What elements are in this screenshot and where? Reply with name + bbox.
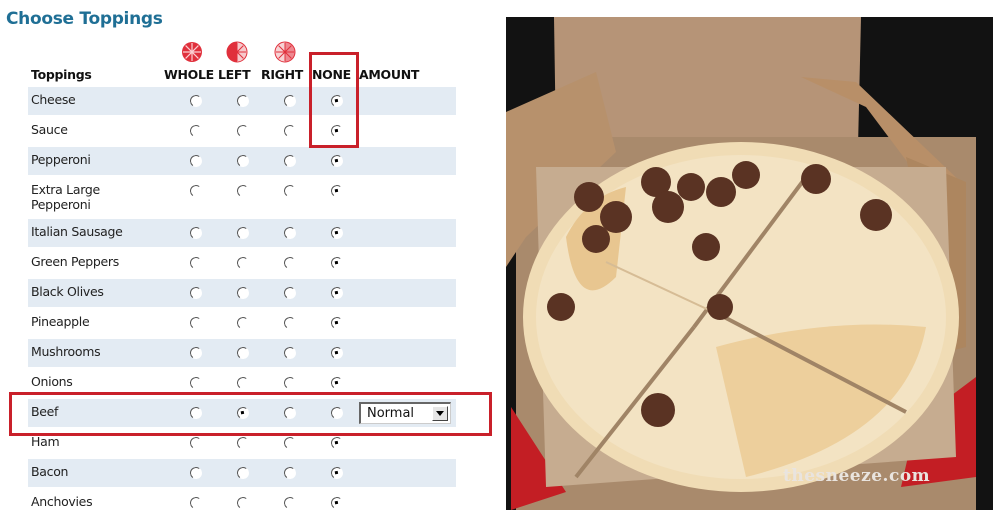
radio-left[interactable] xyxy=(236,124,250,138)
topping-label: Bacon xyxy=(31,464,69,479)
radio-left[interactable] xyxy=(236,154,250,168)
radio-none[interactable] xyxy=(330,466,344,480)
radio-whole[interactable] xyxy=(189,154,203,168)
radio-whole[interactable] xyxy=(189,256,203,270)
topping-label: Green Peppers xyxy=(31,254,119,269)
topping-label: Black Olives xyxy=(31,284,104,299)
radio-whole[interactable] xyxy=(189,184,203,198)
radio-whole[interactable] xyxy=(189,496,203,510)
annotation-none-column-box xyxy=(309,52,359,148)
radio-left[interactable] xyxy=(236,376,250,390)
watermark-text: thesneeze.com xyxy=(783,466,931,486)
radio-none[interactable] xyxy=(330,436,344,450)
radio-whole[interactable] xyxy=(189,124,203,138)
topping-row: Black Olives xyxy=(28,279,456,307)
radio-whole[interactable] xyxy=(189,226,203,240)
topping-label: Mushrooms xyxy=(31,344,101,359)
topping-row: Anchovies xyxy=(28,489,456,517)
radio-right[interactable] xyxy=(283,436,297,450)
radio-whole[interactable] xyxy=(189,436,203,450)
radio-none[interactable] xyxy=(330,286,344,300)
topping-row: Bacon xyxy=(28,459,456,487)
pizza-whole-icon xyxy=(182,42,202,62)
radio-left[interactable] xyxy=(236,286,250,300)
radio-right[interactable] xyxy=(283,256,297,270)
radio-right[interactable] xyxy=(283,466,297,480)
radio-right[interactable] xyxy=(283,286,297,300)
radio-right[interactable] xyxy=(283,376,297,390)
topping-label: Italian Sausage xyxy=(31,224,123,239)
radio-whole[interactable] xyxy=(189,286,203,300)
topping-row: Extra Large Pepperoni xyxy=(28,177,456,217)
topping-row: Italian Sausage xyxy=(28,219,456,247)
radio-none[interactable] xyxy=(330,256,344,270)
radio-left[interactable] xyxy=(236,184,250,198)
page-title: Choose Toppings xyxy=(6,9,163,29)
topping-row: Cheese xyxy=(28,87,456,115)
radio-right[interactable] xyxy=(283,124,297,138)
radio-none[interactable] xyxy=(330,184,344,198)
topping-label: Cheese xyxy=(31,92,76,107)
radio-whole[interactable] xyxy=(189,94,203,108)
radio-none[interactable] xyxy=(330,316,344,330)
radio-none[interactable] xyxy=(330,376,344,390)
topping-chooser-panel: Choose Toppings Toppings WHOLE LEFT RIGH… xyxy=(0,0,500,525)
topping-label: Sauce xyxy=(31,122,68,137)
radio-left[interactable] xyxy=(236,256,250,270)
pizza-right-half-icon xyxy=(274,41,296,63)
header-right: RIGHT xyxy=(261,67,304,82)
topping-label: Ham xyxy=(31,434,60,449)
radio-none[interactable] xyxy=(330,154,344,168)
topping-label: Pepperoni xyxy=(31,152,91,167)
topping-row: Mushrooms xyxy=(28,339,456,367)
header-toppings: Toppings xyxy=(31,67,92,82)
radio-whole[interactable] xyxy=(189,466,203,480)
topping-row: Green Peppers xyxy=(28,249,456,277)
radio-none[interactable] xyxy=(330,226,344,240)
radio-right[interactable] xyxy=(283,316,297,330)
header-left: LEFT xyxy=(218,67,251,82)
radio-left[interactable] xyxy=(236,496,250,510)
radio-whole[interactable] xyxy=(189,346,203,360)
radio-right[interactable] xyxy=(283,346,297,360)
pizza-photo xyxy=(506,17,993,510)
radio-left[interactable] xyxy=(236,346,250,360)
topping-label: Pineapple xyxy=(31,314,90,329)
radio-right[interactable] xyxy=(283,94,297,108)
radio-left[interactable] xyxy=(236,94,250,108)
topping-label: Anchovies xyxy=(31,494,93,509)
radio-left[interactable] xyxy=(236,226,250,240)
radio-left[interactable] xyxy=(236,466,250,480)
radio-left[interactable] xyxy=(236,316,250,330)
pizza-left-half-icon xyxy=(226,41,248,63)
topping-row: Pepperoni xyxy=(28,147,456,175)
radio-left[interactable] xyxy=(236,436,250,450)
topping-row: Sauce xyxy=(28,117,456,145)
radio-none[interactable] xyxy=(330,496,344,510)
annotation-beef-row-box xyxy=(9,392,492,436)
radio-whole[interactable] xyxy=(189,316,203,330)
radio-right[interactable] xyxy=(283,226,297,240)
radio-right[interactable] xyxy=(283,184,297,198)
topping-label: Extra Large Pepperoni xyxy=(31,182,100,212)
radio-right[interactable] xyxy=(283,154,297,168)
radio-right[interactable] xyxy=(283,496,297,510)
header-whole: WHOLE xyxy=(164,67,214,82)
radio-none[interactable] xyxy=(330,346,344,360)
radio-whole[interactable] xyxy=(189,376,203,390)
header-amount: AMOUNT xyxy=(359,67,420,82)
topping-row: Pineapple xyxy=(28,309,456,337)
topping-label: Onions xyxy=(31,374,73,389)
